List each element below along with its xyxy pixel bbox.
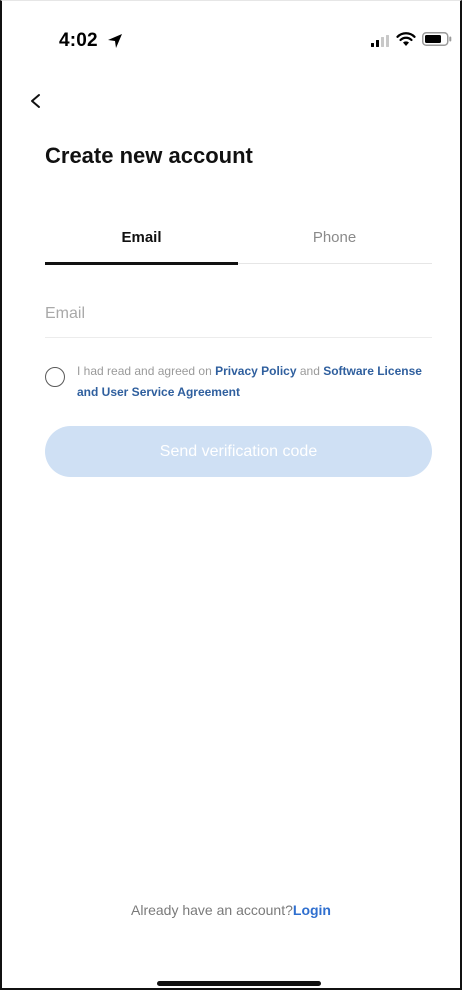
app-screen: 4:02 Create new account Email Phone I ha… [0,0,462,990]
page-title: Create new account [45,143,253,168]
auth-method-tabs: Email Phone [45,223,432,265]
tab-email[interactable]: Email [45,223,238,261]
send-verification-code-button[interactable]: Send verification code [45,426,432,477]
back-button[interactable] [24,87,50,115]
home-indicator [157,981,321,986]
privacy-policy-link[interactable]: Privacy Policy [215,364,296,378]
tab-phone[interactable]: Phone [238,223,431,261]
wifi-icon [396,32,416,46]
agreement-text: I had read and agreed on Privacy Policy … [77,361,427,403]
agreement-prefix: I had read and agreed on [77,364,216,378]
status-time: 4:02 [59,30,98,51]
agreement-middle: and [296,364,324,378]
agreement-checkbox[interactable] [45,367,65,387]
login-link[interactable]: Login [293,902,331,918]
chevron-left-icon [31,94,40,108]
login-prompt-text: Already have an account? [131,902,293,918]
location-arrow-icon [108,34,122,48]
active-tab-indicator [45,262,238,265]
battery-icon [422,32,452,46]
login-prompt: Already have an account?Login [2,902,460,918]
cellular-signal-icon [371,35,389,47]
email-input[interactable] [45,291,432,338]
